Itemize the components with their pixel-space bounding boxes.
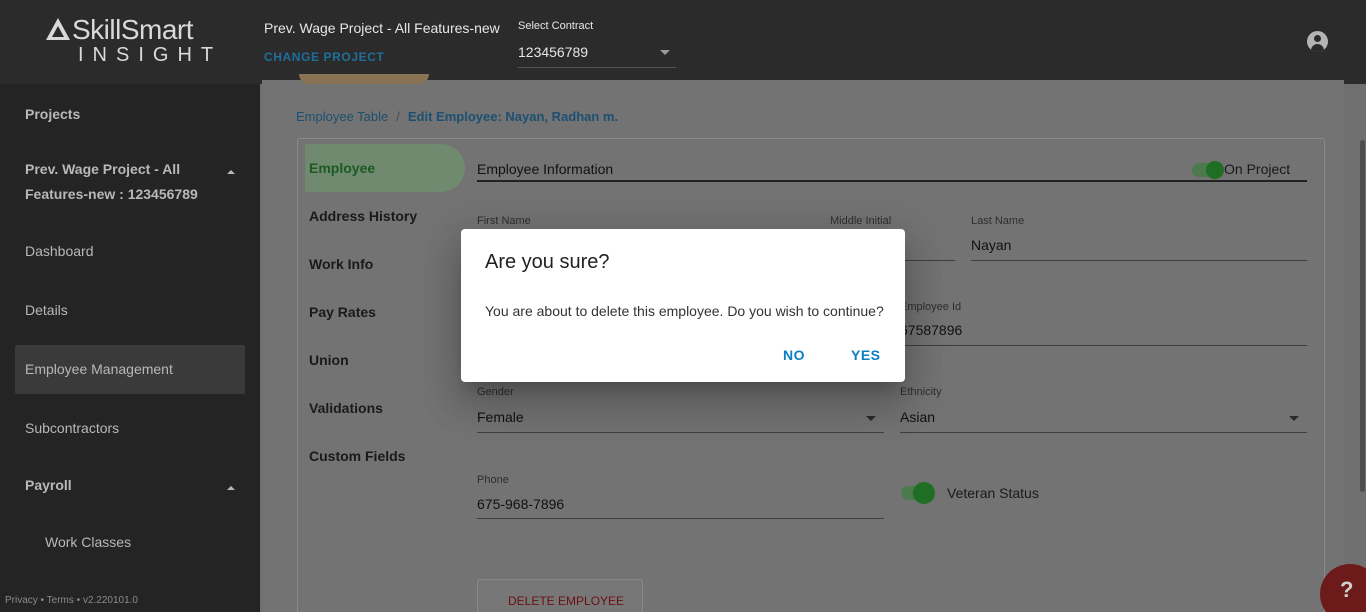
middle-initial-label: Middle Initial [830,215,892,227]
chevron-up-icon[interactable] [227,170,235,174]
employee-id-underline [900,345,1307,346]
employee-id-field[interactable]: 67587896 [900,322,962,338]
help-icon: ? [1340,577,1354,602]
gender-select[interactable]: Female [477,409,524,425]
sidebar-item-details[interactable]: Details [25,302,68,318]
ethnicity-label: Ethnicity [900,386,942,398]
logo-triangle-icon [46,18,70,40]
chevron-down-icon[interactable] [866,416,876,421]
skillsmart-logo[interactable]: SkillSmart INSIGHT [46,14,218,66]
tab-address-history[interactable]: Address History [309,208,417,224]
section-divider [477,180,1307,182]
tab-custom-fields[interactable]: Custom Fields [309,448,405,464]
sidebar-project-line1[interactable]: Prev. Wage Project - All [25,161,180,177]
contract-select-value: 123456789 [518,44,589,60]
toggle-knob [913,482,935,504]
last-name-underline [971,260,1307,261]
tab-validations[interactable]: Validations [309,400,383,416]
contract-select-label: Select Contract [518,20,594,32]
sidebar-item-dashboard[interactable]: Dashboard [25,243,94,259]
footer-links[interactable]: Privacy • Terms • v2.220101.0 [5,595,138,606]
delete-employee-button[interactable]: DELETE EMPLOYEE [477,579,643,612]
first-name-label: First Name [477,215,531,227]
no-button[interactable]: NO [783,347,805,363]
breadcrumb-employee-table[interactable]: Employee Table [296,109,388,124]
delete-employee-label: DELETE EMPLOYEE [508,594,625,608]
sidebar: Projects Prev. Wage Project - All Featur… [0,84,260,612]
breadcrumb-separator: / [396,109,400,124]
sidebar-item-projects[interactable]: Projects [25,106,80,122]
project-title: Prev. Wage Project - All Features-new [264,20,500,36]
sidebar-item-work-classes[interactable]: Work Classes [45,534,131,550]
dialog-title: Are you sure? [485,251,610,273]
last-name-field[interactable]: Nayan [971,237,1011,253]
tab-employee[interactable]: Employee [309,160,375,176]
gender-underline [477,432,884,433]
sidebar-item-payroll[interactable]: Payroll [25,477,72,493]
sidebar-item-subcontractors[interactable]: Subcontractors [25,420,119,436]
chevron-down-icon[interactable] [1289,416,1299,421]
phone-field[interactable]: 675-968-7896 [477,496,564,512]
scrollbar[interactable] [1360,140,1365,492]
contract-select[interactable]: 123456789 [518,40,676,68]
sidebar-item-employee-management[interactable]: Employee Management [25,361,173,377]
confirm-dialog: Are you sure? You are about to delete th… [461,229,905,382]
ethnicity-underline [900,432,1307,433]
on-project-toggle[interactable] [1192,161,1224,179]
change-project-link[interactable]: CHANGE PROJECT [264,50,384,64]
phone-underline [477,518,884,519]
toggle-knob [1206,161,1224,179]
top-app-bar: SkillSmart INSIGHT Prev. Wage Project - … [0,0,1366,84]
phone-label: Phone [477,474,509,486]
on-project-label: On Project [1224,161,1291,177]
dialog-message: You are about to delete this employee. D… [485,303,884,319]
logo-brand-name: SkillSmart [72,14,194,45]
ethnicity-select[interactable]: Asian [900,409,935,425]
veteran-status-label: Veteran Status [947,485,1039,501]
tab-work-info[interactable]: Work Info [309,256,373,272]
account-circle-icon[interactable] [1307,31,1328,52]
yes-button[interactable]: YES [851,347,881,363]
logo-subtitle: INSIGHT [78,44,223,66]
gender-label: Gender [477,386,514,398]
last-name-label: Last Name [971,215,1025,227]
tab-pay-rates[interactable]: Pay Rates [309,304,376,320]
chevron-down-icon [660,50,670,55]
employee-id-label: Employee Id [900,301,962,313]
orange-accent-tab [299,74,429,84]
chevron-up-icon[interactable] [227,486,235,490]
tab-union[interactable]: Union [309,352,349,368]
breadcrumb-current: Edit Employee: Nayan, Radhan m. [407,109,619,124]
section-title: Employee Information [477,161,614,177]
sidebar-project-line2[interactable]: Features-new : 123456789 [25,186,198,202]
breadcrumb: Employee Table / Edit Employee: Nayan, Rad… [296,109,618,124]
veteran-status-toggle[interactable] [901,482,935,504]
